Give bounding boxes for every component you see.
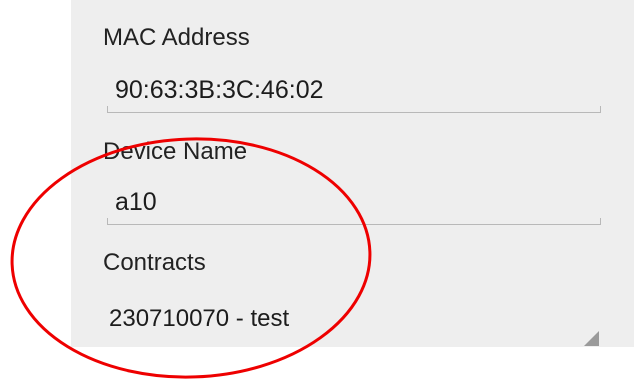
device-name-label: Device Name (103, 138, 248, 165)
mac-address-underline (107, 112, 601, 113)
device-name-underline-left-tick (107, 218, 108, 224)
mac-address-underline-left-tick (107, 106, 108, 112)
mac-address-label: MAC Address (103, 24, 250, 51)
mac-address-value[interactable]: 90:63:3B:3C:46:02 (115, 78, 324, 103)
device-name-input[interactable]: a10 (115, 190, 157, 215)
dropdown-corner-triangle-icon[interactable] (584, 331, 599, 346)
device-settings-panel: MAC Address 90:63:3B:3C:46:02 Device Nam… (71, 0, 634, 347)
mac-address-underline-right-tick (600, 106, 601, 112)
contracts-selected-value[interactable]: 230710070 - test (109, 307, 289, 331)
device-name-underline (107, 224, 601, 225)
device-name-underline-right-tick (600, 218, 601, 224)
contracts-label: Contracts (103, 249, 206, 276)
